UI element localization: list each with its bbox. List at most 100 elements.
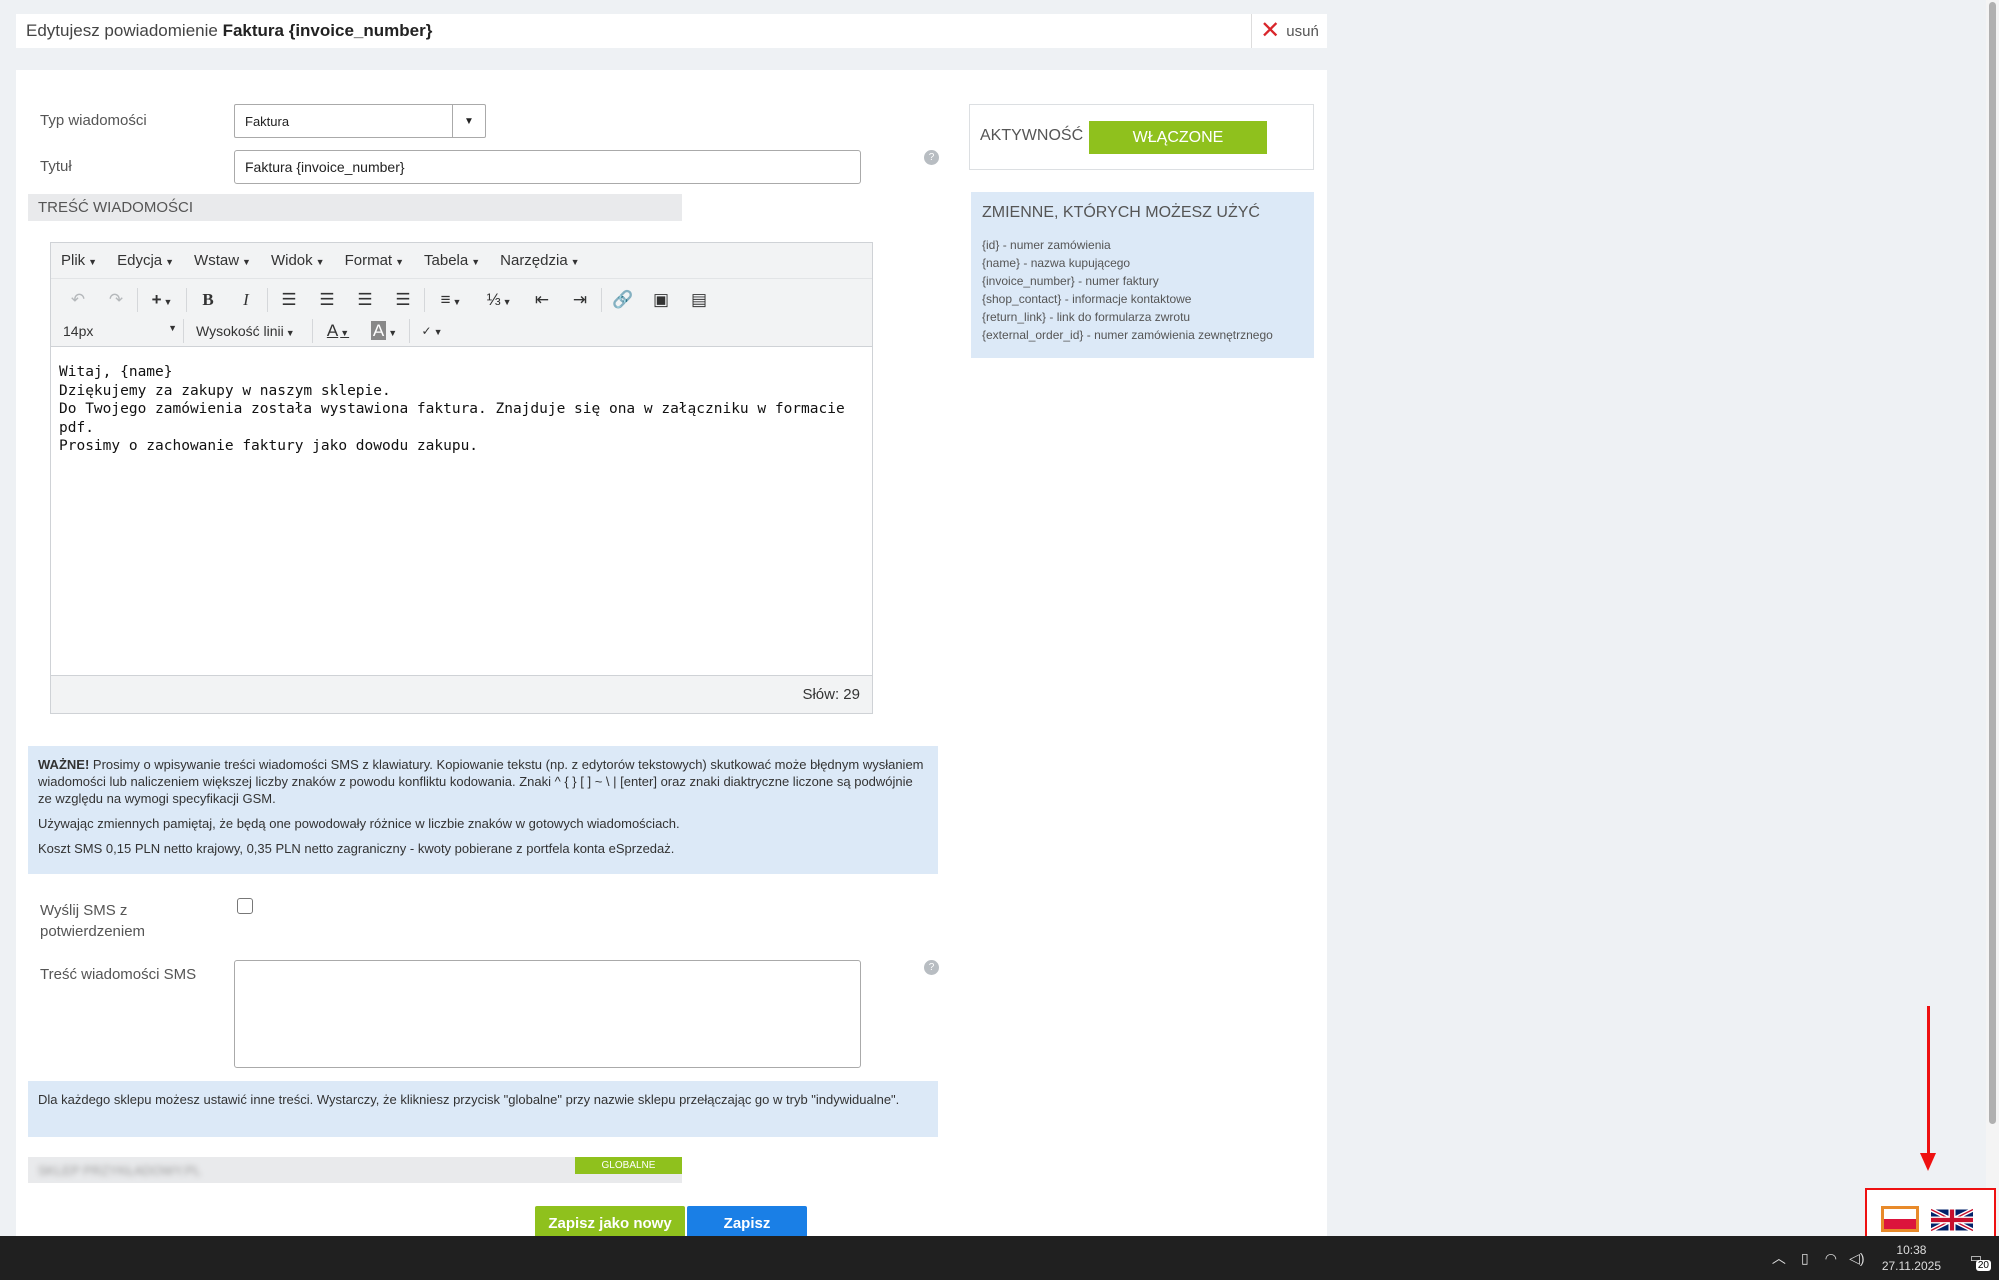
text-color-icon[interactable]: A ▼ xyxy=(315,321,361,341)
variable-item: {name} - nazwa kupującego xyxy=(982,256,1131,270)
editor-menubar: Plik ▼ Edycja ▼ Wstaw ▼ Widok ▼ Format ▼ Tabe… xyxy=(51,243,872,279)
page-title-prefix: Edytujesz powiadomienie xyxy=(26,21,218,40)
system-tray: ︿ ▯ ◠ ◁) 10:38 27.11.2025 ▭ 20 xyxy=(1766,1236,1999,1280)
rich-text-editor: Plik ▼ Edycja ▼ Wstaw ▼ Widok ▼ Format ▼ Tabe… xyxy=(50,242,873,714)
line-height-select[interactable]: Wysokość linii ▼ xyxy=(186,323,310,339)
activity-label: AKTYWNOŚĆ xyxy=(980,127,1084,144)
word-count: Słów: 29 xyxy=(802,686,860,703)
align-left-icon[interactable]: ☰ xyxy=(270,290,308,310)
sms-confirm-checkbox[interactable] xyxy=(237,898,253,914)
notification-name: Faktura {invoice_number} xyxy=(222,21,433,40)
content-line: Do Twojego zamówienia została wystawiona… xyxy=(59,401,845,436)
editor-content-area[interactable]: Witaj, {name} Dziękujemy za zakupy w nas… xyxy=(51,347,872,668)
volume-icon[interactable]: ◁) xyxy=(1844,1250,1870,1267)
image-icon[interactable]: ▣ xyxy=(642,290,680,310)
menu-insert[interactable]: Wstaw ▼ xyxy=(194,252,251,269)
sms-confirm-label: Wyślij SMS z potwierdzeniem xyxy=(40,902,146,940)
activity-box: AKTYWNOŚĆ WŁĄCZONE xyxy=(969,104,1314,170)
align-center-icon[interactable]: ☰ xyxy=(308,290,346,310)
menu-view[interactable]: Widok ▼ xyxy=(271,252,325,269)
title-label: Tytuł xyxy=(40,158,72,175)
clock[interactable]: 10:38 27.11.2025 xyxy=(1882,1242,1941,1274)
main-panel: Typ wiadomości Faktura ▼ Tytuł Faktura {… xyxy=(16,70,1327,1236)
global-toggle-button[interactable]: GLOBALNE xyxy=(575,1157,682,1174)
message-type-label: Typ wiadomości xyxy=(40,112,147,129)
variable-item: {return_link} - link do formularza zwrot… xyxy=(982,310,1191,324)
wifi-icon[interactable]: ◠ xyxy=(1818,1250,1844,1267)
variable-item: {invoice_number} - numer faktury xyxy=(982,274,1159,288)
sms-content-label: Treść wiadomości SMS xyxy=(40,966,197,983)
content-section-header: TREŚĆ WIADOMOŚCI xyxy=(28,194,682,221)
menu-edit[interactable]: Edycja ▼ xyxy=(117,252,174,269)
align-right-icon[interactable]: ☰ xyxy=(346,290,384,310)
scrollbar[interactable] xyxy=(1986,0,1999,1236)
background-color-icon[interactable]: A ▼ xyxy=(361,321,407,341)
notification-count: 20 xyxy=(1975,1260,1991,1271)
page: Edytujesz powiadomienie Faktura {invoice… xyxy=(0,0,1999,1236)
editor-toolbar: ↶ ↷ + ▼ B I ☰ ☰ ☰ ☰ ≡ ▼ ⅓ ▼ ⇤ ⇥ 🔗 ▣ ▤ 14… xyxy=(51,279,872,347)
variable-item: {shop_contact} - informacje kontaktowe xyxy=(982,292,1192,306)
uk-flag-icon[interactable] xyxy=(1931,1208,1973,1232)
close-icon: ✕ xyxy=(1260,17,1281,44)
bold-icon[interactable]: B xyxy=(189,290,227,310)
cost-note: Koszt SMS 0,15 PLN netto krajowy, 0,35 P… xyxy=(38,841,675,856)
content-line: Witaj, {name} xyxy=(59,364,173,380)
content-line: Dziękujemy za zakupy w naszym sklepie. xyxy=(59,382,391,399)
chevron-down-icon[interactable]: ▼ xyxy=(452,105,485,137)
help-icon[interactable]: ? xyxy=(924,150,939,165)
chevron-up-icon[interactable]: ︿ xyxy=(1766,1248,1792,1268)
battery-icon[interactable]: ▯ xyxy=(1792,1250,1818,1267)
menu-tools[interactable]: Narzędzia ▼ xyxy=(500,252,579,269)
sms-warning-box: WAŻNE! Prosimy o wpisywanie treści wiado… xyxy=(28,746,938,874)
variables-box: ZMIENNE, KTÓRYCH MOŻESZ UŻYĆ {id} - nume… xyxy=(971,192,1314,358)
page-header: Edytujesz powiadomienie Faktura {invoice… xyxy=(16,14,1327,48)
redo-icon[interactable]: ↷ xyxy=(97,290,135,310)
delete-button[interactable]: ✕ usuń xyxy=(1251,14,1327,48)
variable-item: {external_order_id} - numer zamówienia z… xyxy=(982,328,1273,342)
scrollbar-thumb[interactable] xyxy=(1989,2,1996,1124)
content-line: Prosimy o zachowanie faktury jako dowodu… xyxy=(59,438,479,454)
media-icon[interactable]: ▤ xyxy=(680,290,718,310)
annotation-arrow-head xyxy=(1920,1153,1936,1171)
link-icon[interactable]: 🔗 xyxy=(604,290,642,310)
indent-icon[interactable]: ⇥ xyxy=(561,290,599,310)
shop-row: SKLEP PRZYKŁADOWY.PL GLOBALNE xyxy=(28,1157,682,1183)
variable-item: {id} - numer zamówienia xyxy=(982,238,1111,252)
undo-icon[interactable]: ↶ xyxy=(59,290,97,310)
title-input[interactable]: Faktura {invoice_number} xyxy=(234,150,861,184)
variables-title: ZMIENNE, KTÓRYCH MOŻESZ UŻYĆ xyxy=(982,204,1260,221)
sms-content-textarea[interactable] xyxy=(234,960,861,1068)
page-title: Edytujesz powiadomienie Faktura {invoice… xyxy=(16,21,432,41)
variables-note: Używając zmiennych pamiętaj, że będą one… xyxy=(38,816,680,831)
save-button[interactable]: Zapisz xyxy=(687,1206,807,1236)
outdent-icon[interactable]: ⇤ xyxy=(523,290,561,310)
annotation-arrow xyxy=(1927,1006,1930,1156)
spellcheck-icon[interactable]: ✓ ▼ xyxy=(412,324,452,338)
align-justify-icon[interactable]: ☰ xyxy=(384,290,422,310)
save-as-new-button[interactable]: Zapisz jako nowy xyxy=(535,1206,685,1236)
sms-warning-text: WAŻNE! Prosimy o wpisywanie treści wiado… xyxy=(38,757,924,806)
clock-date: 27.11.2025 xyxy=(1881,1259,1941,1273)
shop-info-box: Dla każdego sklepu możesz ustawić inne t… xyxy=(28,1081,938,1137)
menu-file[interactable]: Plik ▼ xyxy=(61,252,97,269)
help-icon[interactable]: ? xyxy=(924,960,939,975)
menu-format[interactable]: Format ▼ xyxy=(345,252,404,269)
font-size-select[interactable]: 14px ▼ xyxy=(59,323,181,339)
bullet-list-icon[interactable]: ≡ ▼ xyxy=(427,290,475,310)
menu-table[interactable]: Tabela ▼ xyxy=(424,252,480,269)
activity-toggle[interactable]: WŁĄCZONE xyxy=(1089,121,1267,154)
numbered-list-icon[interactable]: ⅓ ▼ xyxy=(475,290,523,310)
notifications-button[interactable]: ▭ 20 xyxy=(1959,1243,1993,1273)
italic-icon[interactable]: I xyxy=(227,290,265,310)
polish-flag-icon[interactable] xyxy=(1881,1206,1919,1232)
shop-name: SKLEP PRZYKŁADOWY.PL xyxy=(38,1163,201,1178)
editor-statusbar: Słów: 29 xyxy=(51,675,872,713)
clock-time: 10:38 xyxy=(1896,1243,1927,1257)
title-input-value: Faktura {invoice_number} xyxy=(245,159,405,175)
taskbar: ︿ ▯ ◠ ◁) 10:38 27.11.2025 ▭ 20 xyxy=(0,1236,1999,1280)
message-type-select[interactable]: Faktura ▼ xyxy=(234,104,486,138)
variables-list: {id} - numer zamówienia {name} - nazwa k… xyxy=(982,236,1303,344)
delete-label: usuń xyxy=(1286,22,1319,40)
message-type-value: Faktura xyxy=(245,113,290,129)
insert-plus-icon[interactable]: + ▼ xyxy=(140,290,184,310)
